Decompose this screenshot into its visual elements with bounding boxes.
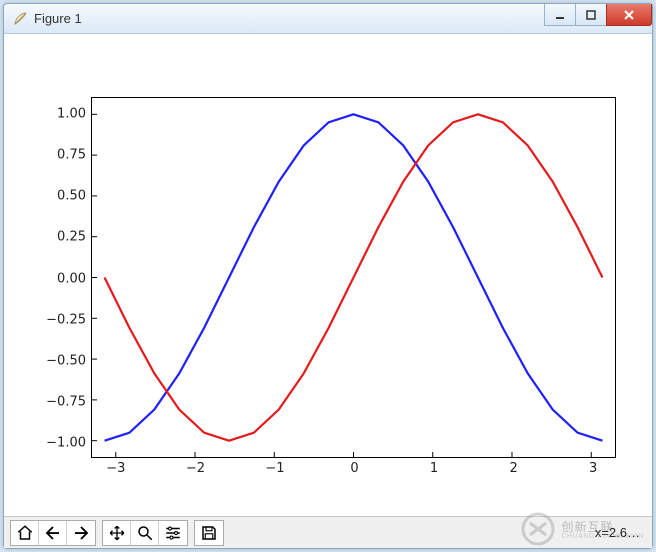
tk-feather-icon bbox=[12, 11, 28, 27]
window-title: Figure 1 bbox=[34, 11, 82, 26]
plot-canvas[interactable]: −1.00 −0.75 −0.50 −0.25 0.00 0.25 0.50 0.75 1.00… bbox=[4, 34, 652, 516]
client-area: −1.00 −0.75 −0.50 −0.25 0.00 0.25 0.50 0.75 1.00… bbox=[4, 34, 652, 548]
series-sin(x) bbox=[105, 114, 603, 440]
ytick-label: 0.50 bbox=[57, 189, 86, 204]
ytick-label: 0.75 bbox=[57, 148, 86, 163]
figure-window: Figure 1 −1.00 −0.75 −0.50 −0.25 0.00 0.25 0.5… bbox=[3, 3, 653, 549]
ytick-label: 0.00 bbox=[57, 271, 86, 286]
ytick-label: −0.25 bbox=[46, 312, 86, 327]
toolbar-save-group bbox=[194, 520, 224, 546]
axes: −1.00−0.75−0.50−0.250.000.250.500.751.00… bbox=[91, 97, 616, 458]
xtick-label: −1 bbox=[265, 461, 284, 476]
line-plot bbox=[92, 98, 615, 457]
xtick-label: 1 bbox=[430, 461, 438, 476]
titlebar[interactable]: Figure 1 bbox=[4, 4, 652, 34]
nav-toolbar: x=2.6… bbox=[4, 516, 652, 548]
xtick-label: −3 bbox=[106, 461, 125, 476]
ytick-label: 0.25 bbox=[57, 230, 86, 245]
back-button[interactable] bbox=[39, 521, 67, 545]
ytick-label: −1.00 bbox=[46, 435, 86, 450]
status-coord: x=2.6… bbox=[595, 525, 646, 540]
home-button[interactable] bbox=[11, 521, 39, 545]
xtick-label: 2 bbox=[509, 461, 517, 476]
ytick-label: −0.50 bbox=[46, 353, 86, 368]
pan-button[interactable] bbox=[103, 521, 131, 545]
zoom-button[interactable] bbox=[131, 521, 159, 545]
close-button[interactable] bbox=[606, 4, 652, 26]
minimize-button[interactable] bbox=[544, 4, 576, 26]
window-controls bbox=[545, 4, 652, 26]
forward-button[interactable] bbox=[67, 521, 95, 545]
toolbar-view-group bbox=[102, 520, 188, 546]
ytick-label: 1.00 bbox=[57, 107, 86, 122]
maximize-button[interactable] bbox=[575, 4, 607, 26]
toolbar-nav-group bbox=[10, 520, 96, 546]
save-button[interactable] bbox=[195, 521, 223, 545]
xtick-label: −2 bbox=[186, 461, 205, 476]
xtick-label: 0 bbox=[350, 461, 358, 476]
ytick-label: −0.75 bbox=[46, 394, 86, 409]
xtick-label: 3 bbox=[589, 461, 597, 476]
configure-button[interactable] bbox=[159, 521, 187, 545]
